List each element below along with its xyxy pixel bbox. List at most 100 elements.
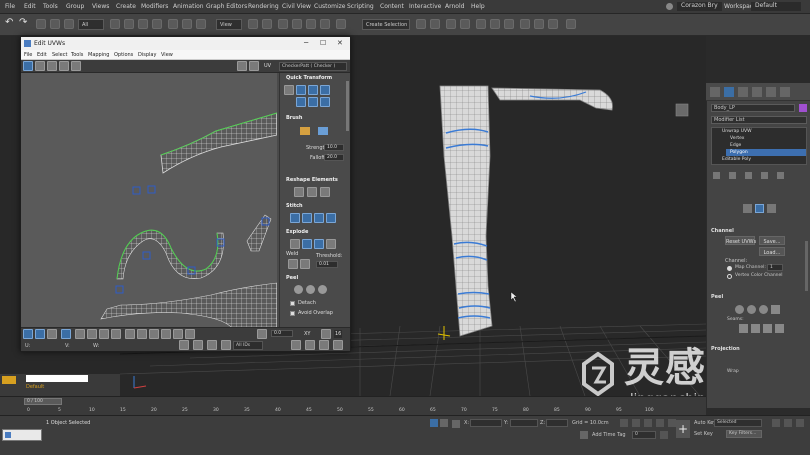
- reset-peel-icon[interactable]: [759, 305, 768, 314]
- uv-menu-file[interactable]: File: [24, 52, 32, 58]
- coordinate-mode-icon[interactable]: [452, 420, 460, 428]
- key-filters-button[interactable]: Key Filters...: [726, 430, 762, 438]
- render-icon[interactable]: [548, 19, 558, 29]
- stack-item-editable-poly[interactable]: Editable Poly: [722, 157, 751, 162]
- goto-end-icon[interactable]: [668, 419, 676, 427]
- rotate-icon[interactable]: [182, 19, 192, 29]
- configure-sets-icon[interactable]: [777, 172, 784, 179]
- layer-name[interactable]: Default: [26, 384, 44, 390]
- weld-target-icon[interactable]: [300, 259, 310, 269]
- load-button[interactable]: Load...: [759, 247, 785, 256]
- snap-toggle-icon[interactable]: [278, 19, 288, 29]
- flatten-by-smoothing-icon[interactable]: [326, 239, 336, 249]
- polygon-mode-icon[interactable]: [755, 204, 764, 213]
- select-by-name-icon[interactable]: [124, 19, 134, 29]
- falloff-value-spinner[interactable]: 0.0: [271, 330, 293, 337]
- zoom-icon[interactable]: [305, 340, 315, 350]
- zoom-percent[interactable]: 16: [334, 330, 343, 338]
- peel-title[interactable]: Peel: [286, 275, 298, 281]
- projection-rollout-title[interactable]: Projection: [711, 346, 740, 352]
- reference-coord-dropdown[interactable]: View: [216, 19, 242, 30]
- y-coordinate-field[interactable]: [510, 419, 538, 427]
- weld-selected-icon[interactable]: [288, 259, 298, 269]
- stitch-average-icon[interactable]: [314, 213, 324, 223]
- menu-group[interactable]: Group: [66, 3, 84, 10]
- menu-civil-view[interactable]: Civil View: [282, 3, 311, 10]
- goto-start-icon[interactable]: [620, 419, 628, 427]
- uv-peel-mode-icon[interactable]: [306, 285, 315, 294]
- menu-scripting[interactable]: Scripting: [347, 3, 374, 10]
- ignore-backface-icon[interactable]: [173, 329, 183, 339]
- poly-select-icon[interactable]: [47, 329, 57, 339]
- channel-rollout-title[interactable]: Channel: [711, 228, 734, 234]
- bind-spacewarp-icon[interactable]: [64, 19, 74, 29]
- ring-select-icon[interactable]: [111, 329, 121, 339]
- uv-window-titlebar[interactable]: Edit UVWs ─ ☐ ✕: [21, 37, 350, 50]
- menu-modifiers[interactable]: Modifiers: [141, 3, 168, 10]
- maximize-viewport-icon[interactable]: [796, 419, 804, 427]
- pan-view-icon[interactable]: [772, 419, 780, 427]
- modifier-list-dropdown[interactable]: Modifier List: [711, 116, 807, 124]
- uv-menu-select[interactable]: Select: [52, 52, 67, 58]
- scene-explorer-icon[interactable]: [446, 19, 456, 29]
- schematic-view-icon[interactable]: [490, 19, 500, 29]
- vertex-color-radio[interactable]: [727, 274, 732, 279]
- uv-grid-icon[interactable]: [249, 61, 259, 71]
- soft-select-icon[interactable]: [161, 329, 171, 339]
- x-coordinate-field[interactable]: [470, 419, 502, 427]
- peel-mode-icon[interactable]: [747, 305, 756, 314]
- curve-editor-icon[interactable]: [476, 19, 486, 29]
- time-tag-icon[interactable]: [580, 431, 588, 439]
- uv-canvas[interactable]: [21, 73, 277, 327]
- relax-brush-icon[interactable]: [318, 127, 328, 135]
- map-channel-radio[interactable]: [727, 266, 732, 271]
- show-end-result-icon[interactable]: [729, 172, 736, 179]
- set-key-plus-icon[interactable]: +: [676, 420, 690, 438]
- menu-graph-editors[interactable]: Graph Editors: [206, 3, 247, 10]
- auto-key-button[interactable]: Auto Key: [694, 420, 716, 426]
- utilities-tab-icon[interactable]: [780, 87, 790, 97]
- selection-lock-icon[interactable]: [440, 419, 448, 427]
- material-editor-icon[interactable]: [504, 19, 514, 29]
- edge-to-seam-icon[interactable]: [739, 324, 748, 333]
- strength-spinner[interactable]: 10.0: [324, 144, 344, 151]
- save-button[interactable]: Save...: [759, 236, 785, 245]
- mirror-icon[interactable]: [416, 19, 426, 29]
- flatten-by-polygon-icon[interactable]: [314, 239, 324, 249]
- space-vertical-icon[interactable]: [308, 97, 318, 107]
- absolute-offset-icon[interactable]: [321, 329, 331, 339]
- maximize-icon[interactable]: ☐: [320, 39, 326, 47]
- avoid-overlap-checkbox[interactable]: [290, 311, 295, 316]
- stack-item-vertex[interactable]: Vertex: [730, 136, 744, 141]
- timeline[interactable]: 0 / 100 0 5 10 15 20 25 30 35 40 45 50 5…: [0, 396, 706, 415]
- menu-animation[interactable]: Animation: [173, 3, 204, 10]
- select-object-icon[interactable]: [110, 19, 120, 29]
- menu-views[interactable]: Views: [92, 3, 109, 10]
- rect-selection-icon[interactable]: [138, 19, 148, 29]
- uv-move-icon[interactable]: [23, 61, 33, 71]
- menu-customize[interactable]: Customize: [314, 3, 346, 10]
- relax-icon[interactable]: [307, 187, 317, 197]
- peel-rollout-title[interactable]: Peel: [711, 294, 723, 300]
- break-icon[interactable]: [290, 239, 300, 249]
- uv-menu-display[interactable]: Display: [138, 52, 156, 58]
- vertex-mode-icon[interactable]: [743, 204, 752, 213]
- select-flipped-icon[interactable]: [149, 329, 159, 339]
- add-time-tag[interactable]: Add Time Tag: [592, 432, 626, 438]
- map-channel-spinner[interactable]: 1: [767, 264, 783, 271]
- menu-content[interactable]: Content: [380, 3, 404, 10]
- spinner-snap-icon[interactable]: [320, 19, 330, 29]
- uv-menu-edit[interactable]: Edit: [37, 52, 47, 58]
- window-crossing-icon[interactable]: [152, 19, 162, 29]
- hide-icon[interactable]: [193, 340, 203, 350]
- stitch-custom-icon[interactable]: [290, 213, 300, 223]
- xy-label[interactable]: XY: [304, 331, 310, 337]
- stitch-title[interactable]: Stitch: [286, 203, 303, 209]
- vertex-select-icon[interactable]: [23, 329, 33, 339]
- make-unique-icon[interactable]: [745, 172, 752, 179]
- grow-select-icon[interactable]: [75, 329, 85, 339]
- shrink-select-icon[interactable]: [87, 329, 97, 339]
- uv-panel-scrollbar[interactable]: [346, 81, 349, 131]
- material-id-dropdown[interactable]: All IDs: [233, 341, 263, 350]
- falloff-spinner[interactable]: 20.0: [324, 154, 344, 161]
